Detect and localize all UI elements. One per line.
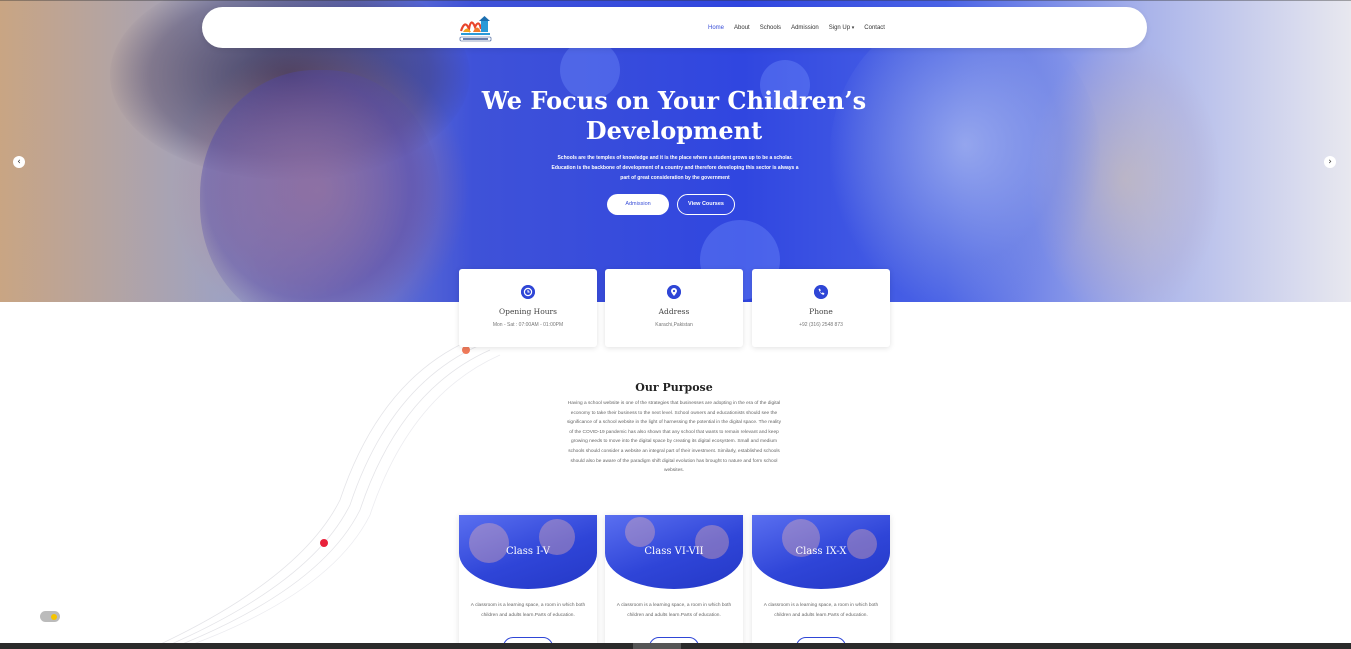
class-card-image: Class IX-X xyxy=(752,515,890,589)
class-card-text: A classroom is a learning space, a room … xyxy=(470,603,586,618)
hero-title: We Focus on Your Children’s Development xyxy=(481,86,867,145)
admission-button[interactable]: Admission xyxy=(607,194,669,215)
nav-menu: Home About Schools Admission Sign Up ▾ C… xyxy=(708,7,885,48)
class-card-vi-vii: Class VI-VII A classroom is a learning s… xyxy=(605,515,743,649)
page: ‹ › We Focus on Your Children’s Developm… xyxy=(0,0,1351,649)
nav-item-contact[interactable]: Contact xyxy=(864,25,885,31)
hero-photo-left-child xyxy=(200,70,440,302)
info-card-address: Address Karachi,Pakistan xyxy=(605,269,743,347)
class-card-title: Class VI-VII xyxy=(644,546,704,557)
nav-item-schools[interactable]: Schools xyxy=(760,25,781,31)
bottom-bar xyxy=(0,643,1351,649)
nav-item-home[interactable]: Home xyxy=(708,25,724,31)
info-card-title: Opening Hours xyxy=(499,307,557,316)
purpose-text: Having a school website is one of the st… xyxy=(566,401,782,474)
class-card-ix-x: Class IX-X A classroom is a learning spa… xyxy=(752,515,890,649)
nav-item-about[interactable]: About xyxy=(734,25,750,31)
view-courses-button[interactable]: View Courses xyxy=(677,194,735,215)
class-card-text: A classroom is a learning space, a room … xyxy=(616,603,732,618)
theme-toggle[interactable] xyxy=(40,611,60,622)
info-card-text: +92 (316) 2548 873 xyxy=(799,322,843,328)
chevron-down-icon: ▾ xyxy=(851,24,855,31)
carousel-prev-arrow-icon[interactable]: ‹ xyxy=(13,156,25,168)
class-image-figure xyxy=(469,523,509,563)
info-card-text: Mon - Sat : 07:00AM - 01:00PM xyxy=(492,322,564,328)
class-card-image: Class I-V xyxy=(459,515,597,589)
bottom-bar-segment xyxy=(633,643,681,649)
info-card-title: Address xyxy=(658,307,690,316)
class-image-figure xyxy=(625,517,655,547)
clock-icon xyxy=(521,285,535,299)
info-card-text: Karachi,Pakistan xyxy=(655,322,693,328)
info-card-title: Phone xyxy=(809,307,833,316)
class-card-title: Class I-V xyxy=(505,546,551,557)
hero-photo-right-child xyxy=(830,10,1100,302)
top-edge-line xyxy=(0,0,1351,1)
carousel-next-arrow-icon[interactable]: › xyxy=(1324,156,1336,168)
navbar: Home About Schools Admission Sign Up ▾ C… xyxy=(202,7,1147,48)
toggle-knob xyxy=(51,613,57,620)
info-card-phone: Phone +92 (316) 2548 873 xyxy=(752,269,890,347)
info-card-opening-hours: Opening Hours Mon - Sat : 07:00AM - 01:0… xyxy=(459,269,597,347)
decor-dot-orange xyxy=(462,346,470,354)
class-card-title: Class IX-X xyxy=(795,546,847,557)
phone-icon xyxy=(814,285,828,299)
hero-subtitle: Schools are the temples of knowledge and… xyxy=(551,155,799,181)
purpose-title: Our Purpose xyxy=(635,381,713,394)
location-pin-icon xyxy=(667,285,681,299)
decor-dot-red xyxy=(320,539,328,547)
school-logo[interactable] xyxy=(457,13,494,44)
nav-item-admission[interactable]: Admission xyxy=(791,25,819,31)
class-card-text: A classroom is a learning space, a room … xyxy=(763,603,879,618)
nav-item-signup-label: Sign Up xyxy=(828,24,851,31)
decorative-curves xyxy=(149,339,501,649)
class-card-i-v: Class I-V A classroom is a learning spac… xyxy=(459,515,597,649)
class-card-image: Class VI-VII xyxy=(605,515,743,589)
nav-item-signup[interactable]: Sign Up ▾ xyxy=(829,25,855,31)
